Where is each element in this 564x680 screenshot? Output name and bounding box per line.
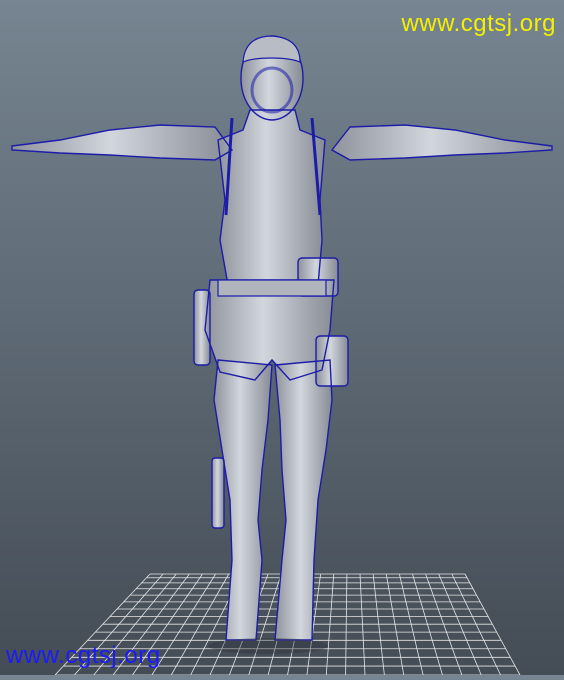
foot-shadow: [208, 638, 328, 654]
3d-viewport[interactable]: www.cgtsj.org www.cgtsj.org: [0, 0, 564, 676]
character-mesh[interactable]: [0, 0, 564, 675]
watermark-bottom: www.cgtsj.org: [6, 642, 161, 669]
watermark-top: www.cgtsj.org: [401, 10, 556, 37]
belt: [217, 279, 327, 297]
viewport-canvas[interactable]: [0, 0, 564, 676]
cap: [242, 35, 301, 63]
